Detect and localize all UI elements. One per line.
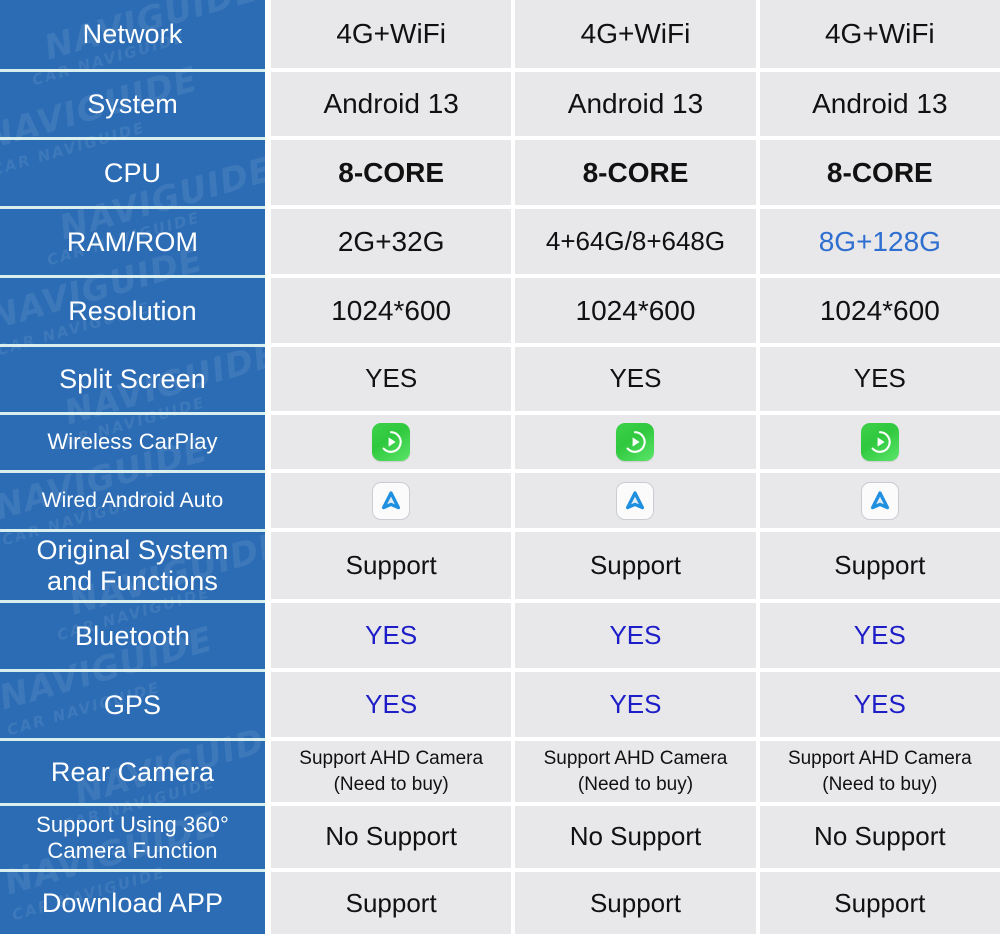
cell-split-screen-col3: YES [759, 347, 1000, 415]
cell-cpu-col2: 8-CORE [515, 140, 760, 209]
android-auto-icon [860, 481, 899, 520]
cell-original-system-col3: Support [759, 532, 1000, 603]
cell-original-system-col1: Support [271, 532, 516, 603]
cell-cpu-col1: 8-CORE [271, 140, 516, 209]
cell-rear-camera-col1: Support AHD Camera (Need to buy) [271, 741, 516, 806]
android-auto-icon [372, 481, 411, 520]
cell-wired-android-auto-col2 [515, 473, 760, 532]
row-label-line1: Original System [36, 534, 229, 565]
carplay-icon [616, 423, 655, 461]
cell-resolution-col3: 1024*600 [759, 278, 1000, 347]
row-label-line2: Camera Function [47, 837, 218, 863]
cell-resolution-col2: 1024*600 [515, 278, 760, 347]
cell-gps-col3: YES [759, 672, 1000, 741]
table-row: CPU 8-CORE 8-CORE 8-CORE [0, 140, 1000, 209]
cell-download-app-col1: Support [271, 872, 516, 934]
cell-system-col1: Android 13 [271, 72, 516, 140]
cell-rear-camera-col3: Support AHD Camera (Need to buy) [759, 741, 1000, 806]
cell-download-app-col3: Support [759, 872, 1000, 934]
row-label-bluetooth: Bluetooth [0, 603, 265, 672]
row-label-resolution: Resolution [0, 278, 265, 347]
row-label-wired-android-auto: Wired Android Auto [0, 473, 265, 532]
cell-network-col3: 4G+WiFi [759, 0, 1000, 72]
row-label-gps: GPS [0, 672, 265, 741]
table-row: Support Using 360° Camera Function No Su… [0, 806, 1000, 872]
table-row: Bluetooth YES YES YES [0, 603, 1000, 672]
cell-ram-rom-col3: 8G+128G [759, 209, 1000, 278]
table-row: Original System and Functions Support Su… [0, 532, 1000, 603]
cell-network-col1: 4G+WiFi [271, 0, 516, 72]
row-label-system: System [0, 72, 265, 140]
cell-wireless-carplay-col1 [271, 415, 516, 473]
carplay-icon [860, 423, 899, 461]
row-label-download-app: Download APP [0, 872, 265, 934]
row-label-rear-camera: Rear Camera [0, 741, 265, 806]
cell-system-col2: Android 13 [515, 72, 760, 140]
cell-download-app-col2: Support [515, 872, 760, 934]
cell-split-screen-col1: YES [271, 347, 516, 415]
cell-line2: (Need to buy) [822, 773, 938, 795]
row-label-original-system: Original System and Functions [0, 532, 265, 603]
cell-wireless-carplay-col2 [515, 415, 760, 473]
cell-resolution-col1: 1024*600 [271, 278, 516, 347]
row-label-wireless-carplay: Wireless CarPlay [0, 415, 265, 473]
row-label-360-camera: Support Using 360° Camera Function [0, 806, 265, 872]
carplay-icon [372, 423, 411, 461]
cell-ram-rom-col2: 4+64G/8+648G [515, 209, 760, 278]
cell-line1: Support AHD Camera [299, 747, 484, 769]
table-row: Network 4G+WiFi 4G+WiFi 4G+WiFi [0, 0, 1000, 72]
cell-network-col2: 4G+WiFi [515, 0, 760, 72]
cell-original-system-col2: Support [515, 532, 760, 603]
cell-cpu-col3: 8-CORE [759, 140, 1000, 209]
cell-360-camera-col1: No Support [271, 806, 516, 872]
cell-wired-android-auto-col1 [271, 473, 516, 532]
table-row: System Android 13 Android 13 Android 13 [0, 72, 1000, 140]
cell-line2: (Need to buy) [333, 773, 449, 795]
cell-bluetooth-col3: YES [759, 603, 1000, 672]
row-label-split-screen: Split Screen [0, 347, 265, 415]
row-label-ram-rom: RAM/ROM [0, 209, 265, 278]
table-row: Resolution 1024*600 1024*600 1024*600 [0, 278, 1000, 347]
cell-rear-camera-col2: Support AHD Camera (Need to buy) [515, 741, 760, 806]
cell-wired-android-auto-col3 [759, 473, 1000, 532]
cell-line1: Support AHD Camera [787, 747, 972, 769]
cell-gps-col1: YES [271, 672, 516, 741]
cell-system-col3: Android 13 [759, 72, 1000, 140]
cell-360-camera-col3: No Support [759, 806, 1000, 872]
table-row: Split Screen YES YES YES [0, 347, 1000, 415]
cell-bluetooth-col1: YES [271, 603, 516, 672]
row-label-line2: and Functions [47, 566, 218, 596]
cell-split-screen-col2: YES [515, 347, 760, 415]
table-row: Rear Camera Support AHD Camera (Need to … [0, 741, 1000, 806]
cell-line1: Support AHD Camera [543, 747, 728, 769]
cell-bluetooth-col2: YES [515, 603, 760, 672]
table-row: GPS YES YES YES [0, 672, 1000, 741]
spec-comparison-table: NAVIGUIDE CAR NAVIGUIDE NAVIGUIDE CAR NA… [0, 0, 1000, 934]
row-label-line1: Support Using 360° [36, 811, 229, 837]
table-row: Download APP Support Support Support [0, 872, 1000, 934]
cell-ram-rom-col1: 2G+32G [271, 209, 516, 278]
android-auto-icon [616, 481, 655, 520]
row-label-cpu: CPU [0, 140, 265, 209]
table-row: Wireless CarPlay [0, 415, 1000, 473]
table-row: Wired Android Auto [0, 473, 1000, 532]
cell-gps-col2: YES [515, 672, 760, 741]
row-label-network: Network [0, 0, 265, 72]
table-row: RAM/ROM 2G+32G 4+64G/8+648G 8G+128G [0, 209, 1000, 278]
cell-line2: (Need to buy) [577, 773, 694, 795]
cell-360-camera-col2: No Support [515, 806, 760, 872]
cell-wireless-carplay-col3 [759, 415, 1000, 473]
